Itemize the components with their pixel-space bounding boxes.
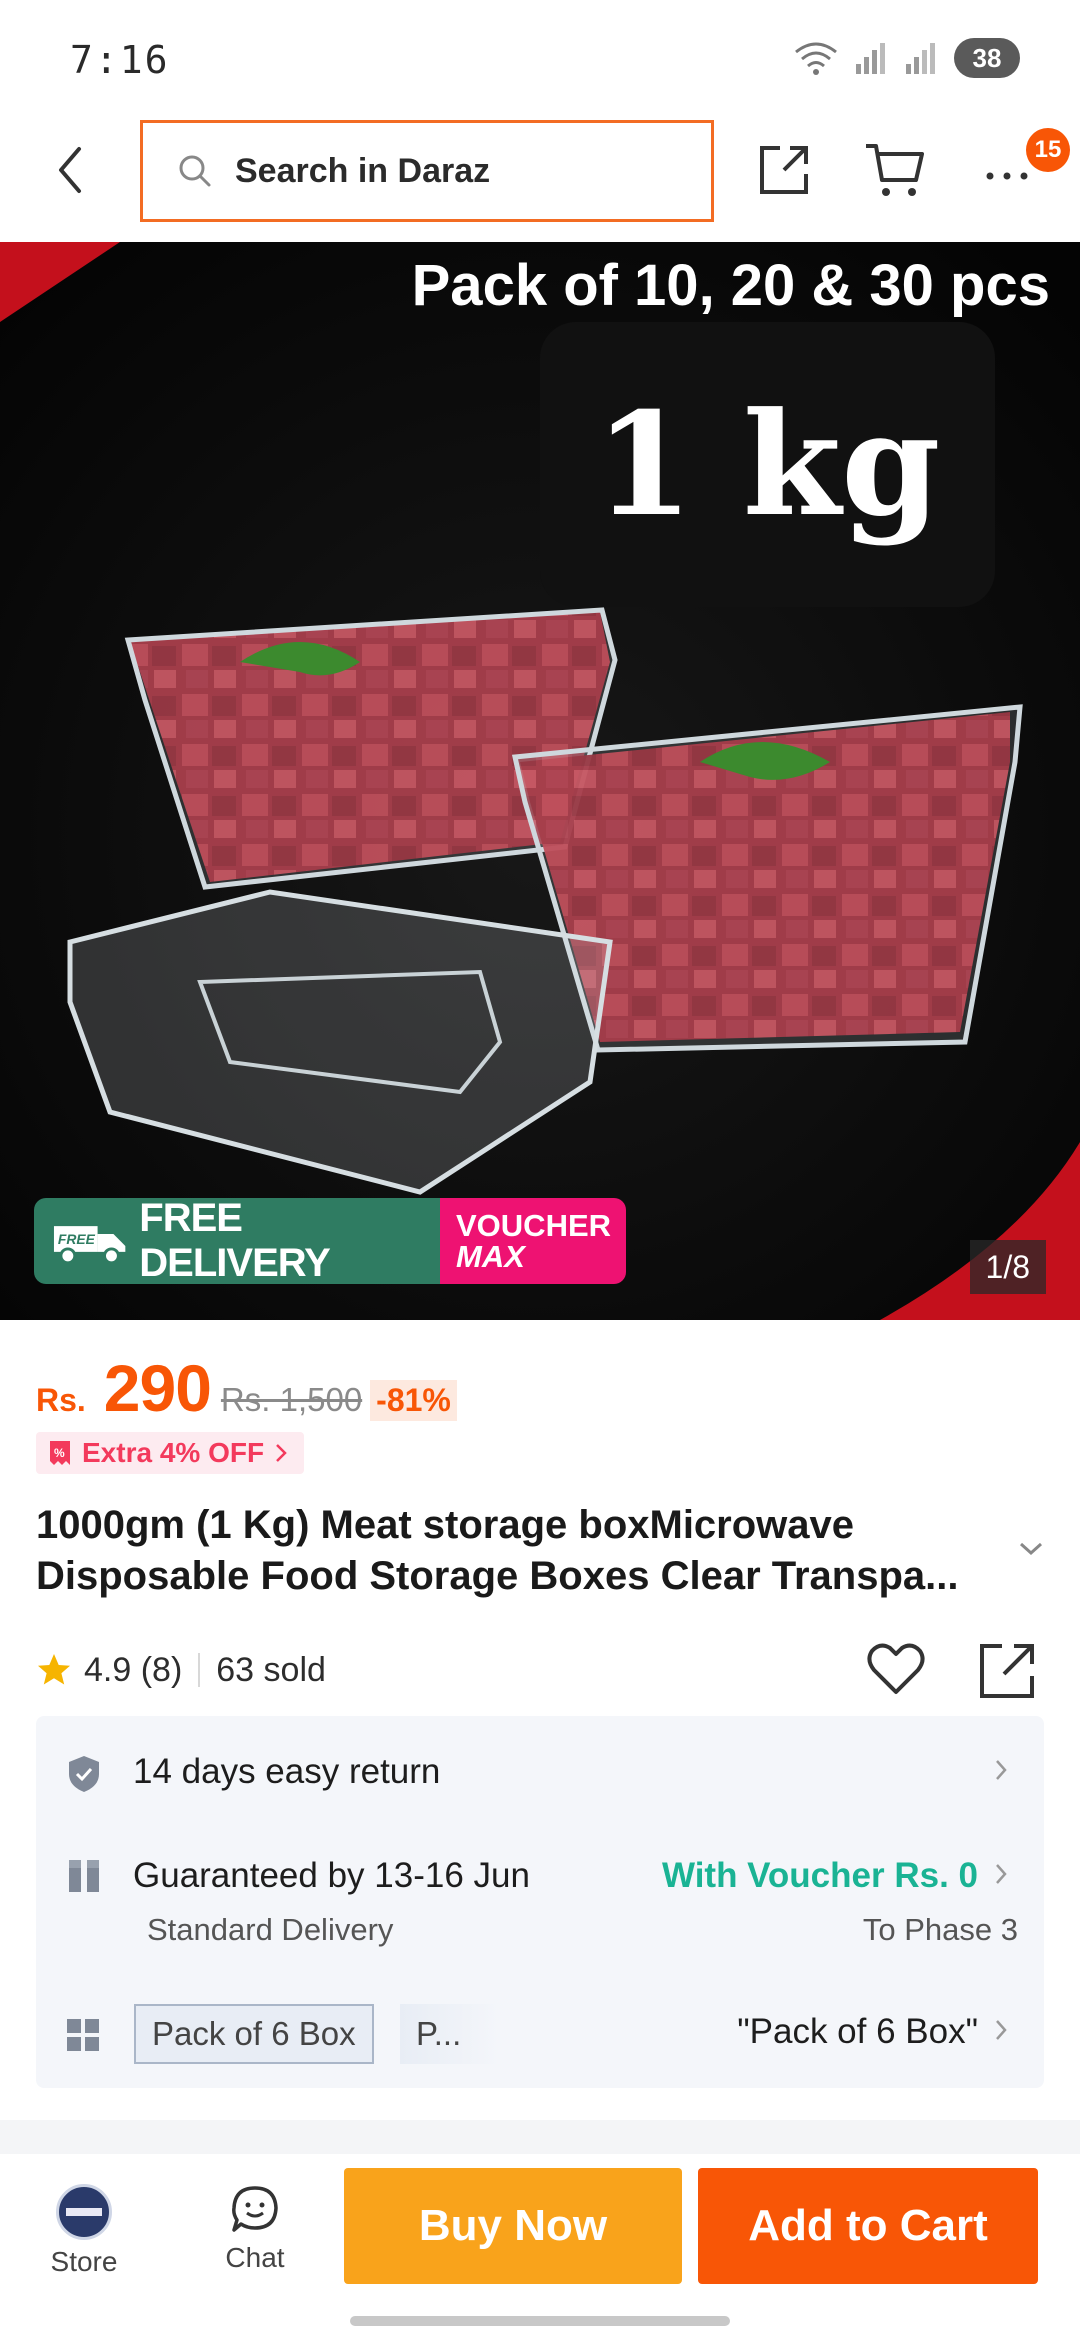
- package-icon: [69, 1860, 99, 1892]
- product-title: 1000gm (1 Kg) Meat storage boxMicrowave …: [36, 1503, 959, 1598]
- image-headline: Pack of 10, 20 & 30 pcs: [411, 253, 1050, 318]
- chevron-down-icon: [1019, 1542, 1043, 1556]
- discount-badge: -81%: [370, 1380, 457, 1421]
- share-product-button[interactable]: [976, 1640, 1038, 1707]
- share-button[interactable]: [754, 140, 814, 205]
- search-header: Search in Daraz 15: [0, 120, 1080, 242]
- grid-icon: [67, 2019, 99, 2051]
- promo-text: Extra 4% OFF: [82, 1437, 265, 1468]
- delivery-type: Standard Delivery: [147, 1912, 394, 1947]
- star-icon: [38, 1654, 70, 1685]
- store-label: Store: [50, 2246, 118, 2277]
- status-time: 7:16: [70, 38, 170, 82]
- product-image-carousel[interactable]: Pack of 10, 20 & 30 pcs 1 kg FREE FREE D…: [0, 242, 1080, 1320]
- current-price: 290: [103, 1351, 212, 1425]
- chevron-right-icon: [996, 1864, 1007, 1884]
- rating-row: 4.9 (8) 63 sold: [36, 1640, 1046, 1700]
- heart-icon: [867, 1643, 925, 1694]
- delivery-date-text: Guaranteed by 13-16 Jun: [133, 1856, 530, 1895]
- share-icon: [760, 146, 808, 194]
- add-to-cart-button[interactable]: Add to Cart: [698, 2168, 1038, 2284]
- free-delivery-text: FREE DELIVERY: [139, 1198, 331, 1284]
- home-indicator[interactable]: [350, 2316, 730, 2326]
- signal-icon-2: [906, 43, 935, 74]
- free-delivery-section: FREE FREE DELIVERY: [34, 1198, 440, 1284]
- price-row: Rs. 290 Rs. 1,500 -81%: [36, 1350, 457, 1426]
- variant-chip-selected[interactable]: Pack of 6 Box: [134, 2004, 374, 2064]
- chat-label: Chat: [225, 2242, 285, 2273]
- shield-check-icon: [69, 1756, 99, 1792]
- free-badge-text: FREE: [58, 1231, 96, 1247]
- currency: Rs.: [36, 1382, 86, 1418]
- original-price: Rs. 1,500: [220, 1381, 363, 1418]
- chat-icon: [232, 2186, 278, 2232]
- status-icons: 38: [792, 38, 1020, 78]
- search-input[interactable]: Search in Daraz: [140, 120, 714, 222]
- chat-button[interactable]: Chat: [200, 2184, 310, 2274]
- voucher-fee-text: With Voucher Rs. 0: [661, 1856, 978, 1895]
- status-bar: 7:16 38: [0, 0, 1080, 120]
- chevron-right-icon: [996, 2020, 1007, 2040]
- chevron-right-icon: [276, 1444, 287, 1462]
- store-logo-icon: [66, 2208, 102, 2216]
- buy-now-button[interactable]: Buy Now: [344, 2168, 682, 2284]
- size-label: 1 kg: [540, 322, 995, 607]
- back-button[interactable]: [40, 140, 100, 200]
- bottom-action-bar: Store Chat Buy Now Add to Cart: [0, 2154, 1080, 2340]
- cart-button[interactable]: [862, 140, 926, 205]
- rating-value: 4.9 (8): [84, 1650, 183, 1689]
- store-avatar: [56, 2184, 112, 2240]
- delivery-truck-icon: FREE: [53, 1226, 126, 1265]
- selected-variant-text: "Pack of 6 Box": [737, 2012, 978, 2051]
- extra-off-promo[interactable]: % Extra 4% OFF: [36, 1432, 305, 1474]
- battery-indicator: 38: [954, 38, 1020, 78]
- cart-count-badge: 15: [1026, 128, 1070, 172]
- voucher-max-label: MAX: [456, 1239, 525, 1274]
- divider: [198, 1653, 201, 1687]
- phase-text: To Phase 3: [862, 1912, 1018, 1947]
- product-info-panel: 14 days easy return Guaranteed by 13-16 …: [36, 1716, 1044, 2088]
- voucher-label: VOUCHER: [456, 1208, 612, 1243]
- return-policy-text: 14 days easy return: [133, 1752, 441, 1791]
- variant-chip[interactable]: P...: [400, 2004, 500, 2064]
- chevron-right-icon: [996, 1760, 1007, 1780]
- section-divider: [0, 2120, 1080, 2154]
- coupon-icon: %: [50, 1441, 70, 1465]
- expand-title-button[interactable]: [1018, 1540, 1044, 1563]
- free-delivery-banner: FREE FREE DELIVERY VOUCHER MAX: [34, 1198, 626, 1284]
- chevron-left-icon: [59, 147, 81, 193]
- svg-text:%: %: [54, 1446, 65, 1460]
- store-button[interactable]: Store: [34, 2184, 134, 2278]
- cart-icon: [866, 144, 924, 196]
- more-button[interactable]: [982, 142, 1032, 207]
- share-icon: [980, 1644, 1034, 1698]
- wishlist-button[interactable]: [866, 1640, 926, 1703]
- more-icon: [986, 172, 1028, 180]
- sold-count: 63 sold: [216, 1650, 326, 1689]
- voucher-max-badge: VOUCHER MAX: [440, 1198, 626, 1284]
- wifi-icon: [795, 42, 837, 75]
- search-placeholder: Search in Daraz: [235, 151, 491, 190]
- search-icon: [179, 155, 211, 187]
- image-counter: 1/8: [969, 1240, 1046, 1294]
- signal-icon: [856, 43, 885, 74]
